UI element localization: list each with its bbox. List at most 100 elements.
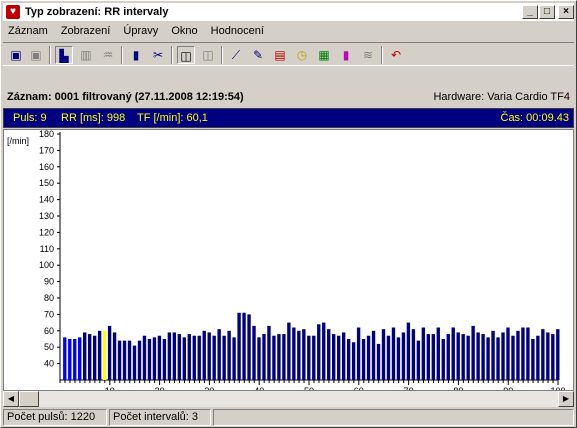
chart-bar — [212, 335, 216, 380]
x-tick-label: 80 — [453, 386, 463, 390]
chart-bar — [481, 334, 485, 380]
horizontal-scrollbar[interactable]: ◀ ▶ — [3, 391, 574, 407]
color-bars-icon[interactable]: ▮ — [337, 46, 355, 64]
chart-bar — [356, 327, 361, 380]
time-value: Čas: 00:09.43 — [500, 112, 570, 124]
chart-bar — [346, 339, 351, 380]
chart-bar — [456, 332, 460, 380]
chart-bar — [396, 337, 401, 380]
record-info-bar: Záznam: 0001 filtrovaný (27.11.2008 12:1… — [3, 89, 574, 107]
chart-bar — [157, 335, 162, 380]
chart-bar — [107, 325, 112, 380]
chart-bar — [501, 332, 505, 380]
menu-hodnoceni[interactable]: Hodnocení — [206, 22, 269, 40]
menu-upravy[interactable]: Úpravy — [118, 22, 163, 40]
chart-bar — [97, 330, 102, 380]
filter-disabled-icon[interactable]: ♒ — [99, 46, 117, 64]
histogram-icon[interactable]: ▙ — [55, 46, 73, 64]
chart-bar — [292, 327, 296, 380]
chart-bar — [187, 334, 191, 380]
line-chart-icon[interactable]: ⟋ — [227, 46, 245, 64]
chart-bar — [172, 332, 177, 380]
save-disabled-icon[interactable]: ▣ — [27, 46, 45, 64]
y-tick-label: 60 — [44, 326, 54, 336]
close-button[interactable]: × — [558, 5, 574, 19]
x-tick-label: 10 — [105, 386, 115, 390]
chart-bar — [252, 325, 256, 380]
pulse-value: Puls: 9 — [13, 112, 47, 124]
chart-bar — [511, 335, 515, 380]
scissors-icon[interactable]: ✂ — [149, 46, 167, 64]
chart-bar — [282, 334, 286, 380]
y-tick-label: 100 — [39, 260, 54, 270]
menu-zobrazeni[interactable]: Zobrazení — [56, 22, 116, 40]
chart-bar — [127, 340, 132, 380]
wave-icon[interactable]: ≋ — [359, 46, 377, 64]
chart-bar — [102, 330, 107, 380]
chart-bar — [426, 334, 431, 380]
bars-disabled-icon[interactable]: ▥ — [77, 46, 95, 64]
chart-bar — [267, 325, 271, 380]
scroll-left-button[interactable]: ◀ — [3, 391, 19, 407]
graph-window2-icon[interactable]: ◫ — [199, 46, 217, 64]
chart-bar — [441, 339, 445, 380]
chart-bar — [436, 327, 440, 380]
x-tick-label: 70 — [404, 386, 414, 390]
chart-bar — [242, 312, 246, 380]
chart-bar — [491, 330, 495, 380]
x-tick-label: 40 — [254, 386, 264, 390]
rr-value: RR [ms]: 998 — [61, 112, 126, 124]
clock-icon[interactable]: ◷ — [293, 46, 311, 64]
x-tick-label: 20 — [155, 386, 165, 390]
tf-value: TF [/min]: 60,1 — [137, 112, 208, 124]
chart-bar — [416, 340, 421, 380]
chart-bar — [461, 334, 465, 380]
y-tick-label: 80 — [44, 293, 54, 303]
graph-window-icon[interactable]: ◫ — [177, 46, 195, 64]
app-icon: ♥ — [6, 5, 20, 19]
chart-bar — [531, 339, 535, 380]
chart-bar — [182, 337, 186, 380]
chart-bar — [556, 329, 560, 380]
chart-bar — [376, 343, 381, 380]
scroll-thumb[interactable] — [19, 391, 39, 407]
save-icon[interactable]: ▣ — [7, 46, 25, 64]
grid-icon[interactable]: ▦ — [315, 46, 333, 64]
y-axis-label: [/min] — [7, 136, 29, 146]
chart-bar — [391, 327, 396, 380]
chart-bar — [471, 325, 475, 380]
menu-zaznam[interactable]: Záznam — [3, 22, 53, 40]
chart-bar — [68, 339, 72, 380]
chart-bar — [162, 339, 167, 380]
x-tick-label: 50 — [304, 386, 314, 390]
chart-bar — [122, 340, 127, 380]
chart-bar — [351, 342, 356, 380]
edit-chart-icon[interactable]: ✎ — [249, 46, 267, 64]
chart-bar — [381, 329, 386, 380]
y-tick-label: 140 — [39, 195, 54, 205]
maximize-button[interactable]: □ — [539, 5, 555, 19]
chart-bar — [152, 337, 157, 380]
undo-icon[interactable]: ↶ — [387, 46, 405, 64]
chart-bar — [366, 335, 371, 380]
title-bar[interactable]: ♥ Typ zobrazení: RR intervaly _ □ × — [3, 3, 574, 21]
chart-bar — [202, 330, 206, 380]
chart-bar — [336, 335, 341, 380]
y-tick-label: 90 — [44, 277, 54, 287]
chart-bar — [78, 337, 82, 380]
chart-bar — [411, 329, 416, 380]
menu-bar: Záznam Zobrazení Úpravy Okno Hodnocení — [3, 22, 574, 40]
chart-bar — [287, 322, 291, 380]
chart-bar — [322, 322, 326, 380]
chart-bar — [451, 327, 455, 380]
live-status-bar: Puls: 9 RR [ms]: 998 TF [/min]: 60,1 Čas… — [3, 108, 574, 128]
chart-bar — [232, 337, 236, 380]
chart-bar — [217, 329, 221, 380]
bar-chart-icon[interactable]: ▮ — [127, 46, 145, 64]
scroll-right-button[interactable]: ▶ — [558, 391, 574, 407]
menu-okno[interactable]: Okno — [166, 22, 202, 40]
chart-bar — [327, 329, 331, 380]
minimize-button[interactable]: _ — [522, 5, 538, 19]
chart-bar — [117, 340, 122, 380]
report-icon[interactable]: ▤ — [271, 46, 289, 64]
